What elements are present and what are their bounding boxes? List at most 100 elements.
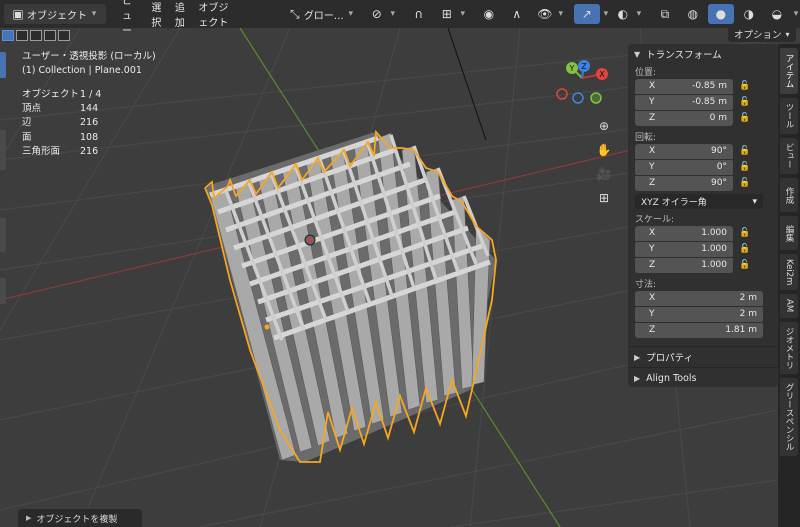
xray-toggle[interactable]: ⧉: [652, 4, 678, 24]
shading-material[interactable]: ◑: [736, 4, 762, 24]
dimensions-x-field[interactable]: X2 m: [635, 290, 763, 306]
sidebar-tabs: アイテム ツール ビュー 作成 編集 Kei2m AM ジオメトリ グリースペン…: [778, 44, 800, 527]
rotation-x-field[interactable]: X 90°: [635, 143, 733, 159]
chevron-down-icon[interactable]: ▾: [602, 5, 610, 23]
shading-solid[interactable]: ●: [707, 4, 734, 24]
snap-toggle[interactable]: ∩: [406, 4, 432, 24]
snap-target-dropdown[interactable]: ⊞ ▾: [434, 4, 474, 24]
lock-icon[interactable]: 🔓: [737, 162, 753, 172]
location-label: 位置:: [635, 67, 657, 78]
tab-tool[interactable]: ツール: [780, 98, 798, 134]
tool-group-annotate[interactable]: [0, 218, 6, 252]
chevron-down-icon[interactable]: ▾: [792, 5, 800, 23]
transform-orientation-dropdown[interactable]: ⤡ グロー… ▾: [282, 4, 362, 24]
lock-icon[interactable]: 🔓: [737, 97, 753, 107]
location-z-field[interactable]: Z0 m: [635, 110, 733, 126]
chevron-right-icon: ▶: [634, 373, 641, 383]
gizmo-neg-z-handle: [572, 92, 584, 104]
lock-icon[interactable]: 🔓: [737, 228, 753, 238]
selected-object-grid[interactable]: [204, 129, 497, 463]
gizmo-toggle[interactable]: ↗: [573, 4, 600, 24]
tab-view[interactable]: ビュー: [780, 138, 798, 174]
menu-add[interactable]: 追加: [169, 0, 193, 29]
pan-hand-icon[interactable]: ✋: [594, 140, 614, 160]
tool-group-transform[interactable]: [0, 130, 6, 170]
navigation-gizmo[interactable]: X Y Z: [552, 56, 622, 108]
wireframe-sphere-icon: ◍: [687, 7, 699, 21]
scale-z-row: Z 1.000 🔓: [635, 257, 778, 273]
stat-row: オブジェクト 1 / 4: [22, 89, 102, 100]
overlay-toggle[interactable]: ◐ ▾: [610, 4, 650, 24]
camera-view-icon[interactable]: 🎥: [594, 164, 614, 184]
chevron-down-icon: ▾: [348, 9, 354, 19]
lock-icon[interactable]: 🔓: [737, 113, 753, 123]
dimensions-y-row: Y2 m: [635, 306, 778, 322]
tab-kei2m[interactable]: Kei2m: [780, 254, 798, 290]
select-extend-icon[interactable]: [16, 29, 28, 41]
mode-label: オブジェクト: [27, 10, 87, 22]
chevron-down-icon: ▾: [390, 9, 396, 19]
align-tools-panel-header[interactable]: ▶ Align Tools: [628, 367, 778, 388]
menu-view[interactable]: ビュー: [116, 0, 145, 37]
menu-object[interactable]: オブジェクト: [192, 0, 239, 29]
rotation-mode-dropdown[interactable]: XYZ オイラー角 ▾: [635, 194, 763, 209]
gizmo-neg-y-handle: [590, 92, 602, 104]
falloff-curve-icon: ∧: [512, 7, 522, 21]
orientation-label: グロー…: [303, 10, 344, 22]
dimensions-y-field[interactable]: Y2 m: [635, 306, 763, 322]
perspective-grid-icon[interactable]: ⊞: [594, 188, 614, 208]
tab-am[interactable]: AM: [780, 294, 798, 318]
stat-row: 面 108: [22, 131, 99, 143]
select-intersect-icon[interactable]: [58, 29, 70, 41]
tab-edit[interactable]: 編集: [780, 216, 798, 250]
mode-selector[interactable]: ▣ オブジェクト ▾: [4, 4, 106, 24]
pivot-point-button[interactable]: ⊘ ▾: [364, 4, 404, 24]
tab-create[interactable]: 作成: [780, 178, 798, 212]
rotation-z-field[interactable]: Z 90°: [635, 175, 733, 191]
scale-x-field[interactable]: X 1.000: [635, 225, 733, 241]
solid-sphere-icon: ●: [715, 7, 727, 21]
location-x-field[interactable]: X -0.85 m: [635, 78, 733, 94]
tool-select-box[interactable]: [0, 52, 6, 78]
shading-wireframe[interactable]: ◍: [680, 4, 706, 24]
sidebar-n-panel: ▼ トランスフォーム 位置: X -0.85 m 🔓 Y -0.85 m 🔓 Z0 …: [628, 44, 778, 387]
proportional-edit-toggle[interactable]: ◉: [476, 4, 502, 24]
rotation-y-field[interactable]: Y 0°: [635, 159, 733, 175]
visibility-dropdown[interactable]: 👁 ▾: [532, 4, 572, 24]
shading-rendered[interactable]: ◒: [764, 4, 790, 24]
dimensions-label: 寸法:: [635, 279, 657, 290]
properties-panel-header[interactable]: ▶ プロパティ: [628, 346, 778, 367]
options-dropdown[interactable]: オプション ▾: [728, 26, 796, 42]
tab-item[interactable]: アイテム: [780, 48, 798, 94]
stat-row: 三角形面 216: [22, 145, 99, 157]
dimensions-x-row: X2 m: [635, 290, 778, 306]
lock-icon[interactable]: 🔓: [737, 260, 753, 270]
select-subtract-icon[interactable]: [30, 29, 42, 41]
tab-geometry[interactable]: ジオメトリ: [780, 322, 798, 374]
scene-statistics: オブジェクト 1 / 4 頂点 144 辺 216 面 108 三角形面 216: [22, 88, 101, 159]
scale-z-field[interactable]: Z 1.000: [635, 257, 733, 273]
dimensions-z-field[interactable]: Z 1.81 m: [635, 322, 763, 338]
chevron-down-icon: ▾: [460, 9, 466, 19]
lock-icon[interactable]: 🔓: [737, 81, 753, 91]
lock-icon[interactable]: 🔓: [737, 178, 753, 188]
menu-select[interactable]: 選択: [145, 0, 169, 29]
scale-y-field[interactable]: Y 1.000: [635, 241, 733, 257]
zoom-icon[interactable]: ⊕: [594, 116, 614, 136]
tab-grease-pencil[interactable]: グリースペンシル: [780, 378, 798, 456]
last-operator-panel[interactable]: ▶ オブジェクトを複製: [18, 509, 142, 527]
transform-panel-header[interactable]: ▼ トランスフォーム: [628, 44, 778, 64]
tool-group-add[interactable]: [0, 278, 6, 304]
transform-title: トランスフォーム: [646, 50, 722, 61]
lock-icon[interactable]: 🔓: [737, 244, 753, 254]
location-y-field[interactable]: Y -0.85 m: [635, 94, 733, 110]
select-invert-icon[interactable]: [44, 29, 56, 41]
gizmo-x-label: X: [599, 70, 605, 79]
falloff-dropdown[interactable]: ∧: [504, 4, 530, 24]
magnet-icon: ∩: [414, 7, 424, 21]
chevron-down-icon: ▾: [752, 196, 757, 207]
orientation-icon: ⤡: [290, 6, 300, 21]
lock-icon[interactable]: 🔓: [737, 146, 753, 156]
align-tools-title: Align Tools: [646, 372, 697, 384]
select-new-icon[interactable]: [2, 29, 14, 41]
